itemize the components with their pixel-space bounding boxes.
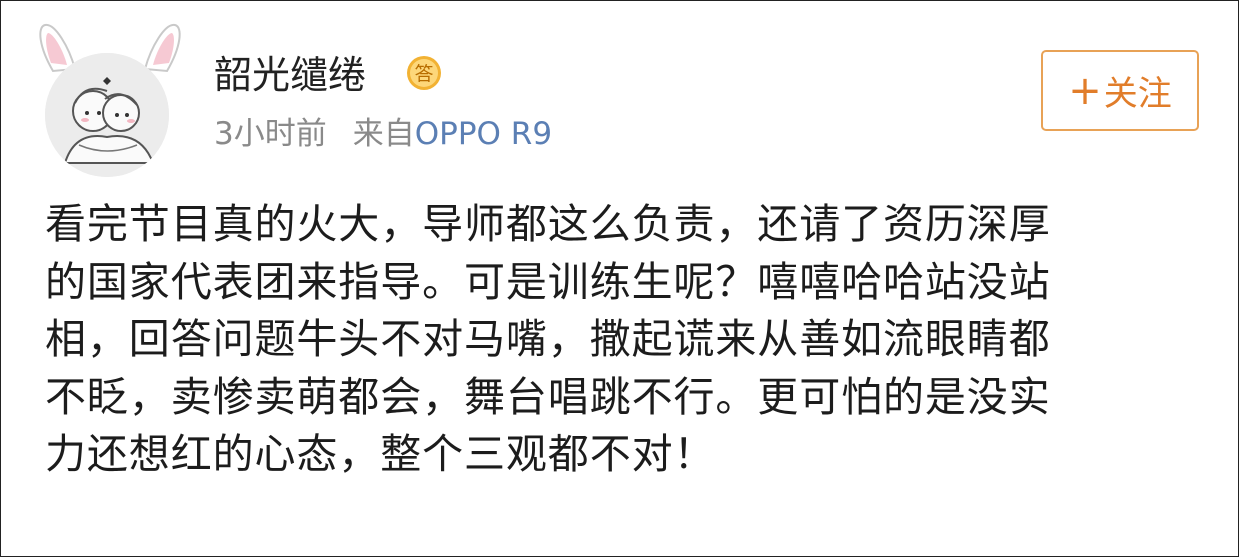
content-line: 相，回答问题牛头不对马嘴，撒起谎来从善如流眼睛都	[45, 315, 1051, 363]
source-prefix: 来自	[352, 116, 415, 152]
follow-button[interactable]: + 关注	[1041, 50, 1199, 131]
post-time: 3小时前	[214, 116, 327, 152]
content-line: 不眨，卖惨卖萌都会，舞台唱跳不行。更可怕的是没实	[45, 372, 1051, 421]
answer-badge-icon: 答	[407, 56, 441, 90]
plus-icon: +	[1068, 67, 1102, 114]
avatar-illustration	[45, 53, 169, 177]
weibo-post-card: 韶光缱绻 答 3小时前 来自OPPO R9 + 关注 看完节目真的火大，导师都这么…	[0, 0, 1239, 557]
follow-label: 关注	[1103, 74, 1172, 114]
content-line: 看完节目真的火大，导师都这么负责，还请了资历深厚	[45, 200, 1051, 248]
username[interactable]: 韶光缱绻	[214, 51, 366, 99]
user-avatar[interactable]	[39, 23, 181, 177]
post-meta: 3小时前 来自OPPO R9	[214, 114, 552, 154]
content-line: 力还想红的心态，整个三观都不对！	[45, 430, 716, 478]
badge-label: 答	[414, 63, 433, 85]
post-content: 看完节目真的火大，导师都这么负责，还请了资历深厚 的国家代表团来指导。可是训练生…	[45, 196, 1205, 484]
content-line: 的国家代表团来指导。可是训练生呢？嘻嘻哈哈站没站	[45, 257, 1051, 306]
device-link[interactable]: OPPO R9	[415, 116, 552, 152]
